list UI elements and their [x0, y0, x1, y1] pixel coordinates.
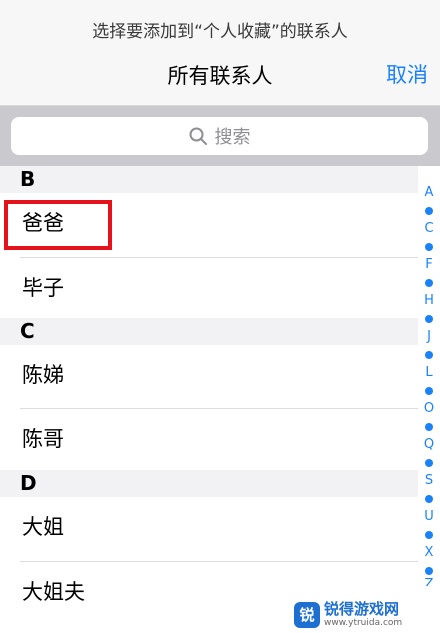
watermark: 锐 锐得游戏网 www.ytruida.com — [294, 596, 440, 633]
section-header-d: D — [0, 470, 418, 497]
index-letter[interactable]: J — [418, 330, 440, 344]
index-letter[interactable]: Q — [418, 438, 440, 452]
section-header-c: C — [0, 318, 418, 345]
page-title: 所有联系人 — [167, 64, 273, 88]
watermark-text: 锐得游戏网 www.ytruida.com — [324, 599, 403, 629]
contact-row[interactable]: 大姐 — [0, 497, 418, 557]
search-bar: 搜索 — [0, 106, 440, 166]
watermark-logo: 锐 — [294, 601, 320, 628]
search-input[interactable]: 搜索 — [11, 117, 428, 155]
index-dot[interactable] — [425, 531, 433, 539]
index-dot[interactable] — [425, 459, 433, 467]
search-icon — [189, 127, 207, 145]
index-letter[interactable]: O — [418, 402, 440, 416]
index-letter[interactable]: A — [418, 186, 440, 200]
index-dot[interactable] — [425, 279, 433, 287]
index-letter[interactable]: F — [418, 258, 440, 272]
picker-prompt: 选择要添加到“个人收藏”的联系人 — [92, 22, 348, 42]
contact-row[interactable]: 陈哥 — [0, 409, 418, 469]
cancel-button[interactable]: 取消 — [386, 59, 428, 89]
index-letter[interactable]: L — [418, 366, 440, 380]
contact-row[interactable]: 陈娣 — [0, 345, 418, 405]
section-header-b: B — [0, 166, 418, 193]
index-dot[interactable] — [425, 387, 433, 395]
section-index[interactable]: A C F H J L O Q S U X Z — [418, 166, 440, 587]
index-letter[interactable]: S — [418, 474, 440, 488]
index-letter[interactable]: X — [418, 546, 440, 560]
index-dot[interactable] — [425, 207, 433, 215]
search-placeholder: 搜索 — [214, 127, 251, 148]
index-letter[interactable]: Z — [418, 578, 440, 586]
index-letter[interactable]: H — [418, 294, 440, 308]
index-dot[interactable] — [425, 243, 433, 251]
watermark-name: 锐得游戏网 — [324, 599, 400, 618]
index-dot[interactable] — [425, 315, 433, 323]
navigation-bar: 选择要添加到“个人收藏”的联系人 所有联系人 取消 — [0, 0, 440, 106]
index-letter[interactable]: C — [418, 222, 440, 236]
contact-row[interactable]: 毕子 — [0, 258, 418, 318]
index-dot[interactable] — [425, 567, 433, 575]
index-dot[interactable] — [425, 351, 433, 359]
index-dot[interactable] — [425, 495, 433, 503]
index-dot[interactable] — [425, 423, 433, 431]
highlight-box — [4, 200, 112, 250]
index-letter[interactable]: U — [418, 510, 440, 524]
watermark-url: www.ytruida.com — [324, 617, 403, 628]
